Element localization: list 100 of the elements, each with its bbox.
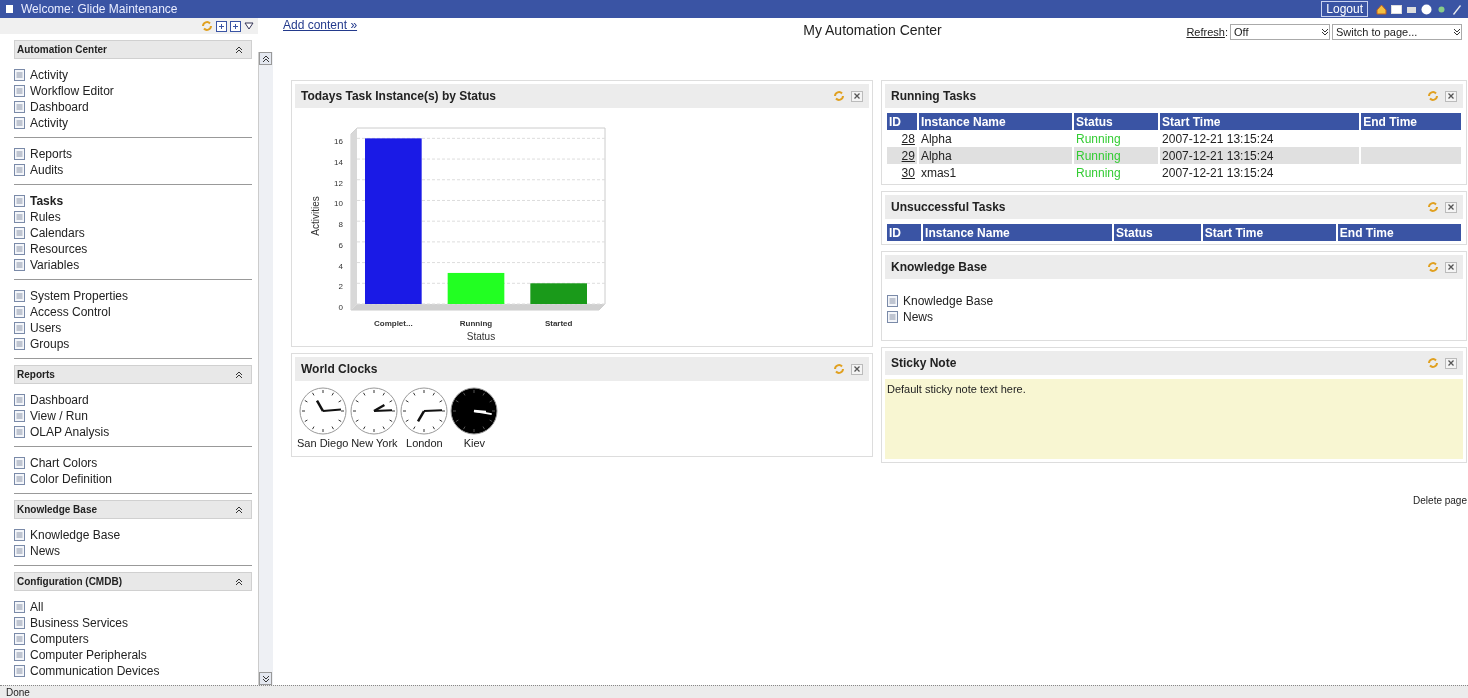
- document-icon: [14, 259, 25, 271]
- y-tick-label: 16: [334, 137, 343, 147]
- collapse-icon[interactable]: [235, 45, 243, 54]
- sidebar-item[interactable]: Computer Peripherals: [14, 647, 252, 663]
- section-header[interactable]: Reports: [14, 365, 252, 384]
- sidebar-item[interactable]: Calendars: [14, 225, 252, 241]
- knowledge-link[interactable]: News: [887, 309, 1461, 325]
- sidebar-item[interactable]: Reports: [14, 146, 252, 162]
- sidebar-item[interactable]: Variables: [14, 257, 252, 273]
- sidebar-item[interactable]: View / Run: [14, 408, 252, 424]
- knowledge-link[interactable]: Knowledge Base: [887, 293, 1461, 309]
- section-header[interactable]: Knowledge Base: [14, 500, 252, 519]
- x-axis-title: Status: [466, 331, 496, 340]
- task-id-link[interactable]: 28: [901, 131, 915, 146]
- sidebar-item[interactable]: Rules: [14, 209, 252, 225]
- status-text: Running: [1076, 165, 1121, 180]
- city-label: San Diego: [297, 437, 349, 449]
- collapse-icon[interactable]: [235, 577, 243, 586]
- logout-button[interactable]: Logout: [1321, 1, 1368, 17]
- table-cell: 2007-12-21 13:15:24: [1160, 147, 1360, 164]
- document-icon: [14, 85, 25, 97]
- refresh-select[interactable]: Off: [1230, 24, 1330, 40]
- document-icon: [14, 306, 25, 318]
- y-tick-label: 0: [338, 303, 343, 312]
- document-icon: [14, 617, 25, 629]
- sidebar-item[interactable]: OLAP Analysis: [14, 424, 252, 440]
- status-text: Running: [1076, 131, 1121, 146]
- page-title: My Automation Center: [803, 21, 942, 38]
- sidebar-item[interactable]: Audits: [14, 162, 252, 178]
- close-button[interactable]: [1445, 201, 1457, 213]
- close-button[interactable]: [1445, 90, 1457, 102]
- delete-page-link[interactable]: Delete page: [1413, 495, 1467, 506]
- close-button[interactable]: [851, 363, 863, 375]
- document-icon: [14, 529, 25, 541]
- sidebar-item[interactable]: Color Definition: [14, 471, 252, 487]
- portlet-title: World Clocks: [301, 362, 378, 376]
- city-label: New York: [351, 437, 398, 449]
- y-tick-label: 8: [338, 220, 343, 230]
- task-id-link[interactable]: 30: [901, 165, 915, 180]
- document-icon: [14, 290, 25, 302]
- x-tick-label: Running: [459, 319, 493, 328]
- sidebar-item[interactable]: Tasks: [14, 193, 252, 209]
- sidebar-item[interactable]: Dashboard: [14, 392, 252, 408]
- task-id-link[interactable]: 29: [901, 148, 915, 163]
- portlet-title: Running Tasks: [891, 89, 977, 103]
- sidebar-item[interactable]: Groups: [14, 336, 252, 352]
- expand-all-icon[interactable]: [216, 20, 227, 32]
- sidebar-item[interactable]: Activity: [14, 67, 252, 83]
- collapse-icon[interactable]: [235, 505, 243, 514]
- close-button[interactable]: [851, 90, 863, 102]
- home-icon[interactable]: [1376, 3, 1387, 15]
- document-icon: [14, 410, 25, 422]
- y-tick-label: 12: [334, 178, 343, 188]
- sidebar-item[interactable]: Computers: [14, 631, 252, 647]
- dropdown-icon[interactable]: [244, 22, 254, 30]
- portlet-title: Unsuccessful Tasks: [891, 200, 1006, 214]
- section-header[interactable]: Automation Center: [14, 40, 252, 59]
- city-label: London: [406, 437, 443, 449]
- expand-icon[interactable]: [1321, 28, 1329, 36]
- sticky-note-text[interactable]: Default sticky note text here.: [885, 379, 1463, 459]
- collapse-icon[interactable]: [235, 370, 243, 379]
- sidebar-item[interactable]: All: [14, 599, 252, 615]
- sidebar-item[interactable]: Dashboard: [14, 99, 252, 115]
- close-button[interactable]: [1445, 261, 1457, 273]
- sidebar-item[interactable]: System Properties: [14, 288, 252, 304]
- portlet-title: Sticky Note: [891, 356, 957, 370]
- document-icon: [14, 69, 25, 81]
- sidebar-item[interactable]: Business Services: [14, 615, 252, 631]
- sidebar-item[interactable]: Activity: [14, 115, 252, 131]
- document-icon: [14, 211, 25, 223]
- page-select[interactable]: Switch to page...: [1332, 24, 1462, 40]
- close-button[interactable]: [1445, 357, 1457, 369]
- sidebar-item[interactable]: Chart Colors: [14, 455, 252, 471]
- sidebar-item[interactable]: Knowledge Base: [14, 527, 252, 543]
- document-icon: [14, 338, 25, 350]
- sidebar-item[interactable]: Users: [14, 320, 252, 336]
- close-icon: [1448, 93, 1454, 99]
- y-tick-label: 4: [338, 261, 343, 271]
- column-header: Start Time: [1202, 224, 1336, 241]
- add-content-link[interactable]: Add content »: [283, 8, 358, 32]
- sidebar-item[interactable]: News: [14, 543, 252, 559]
- column-header: ID: [887, 113, 917, 130]
- column-header: Status: [1074, 113, 1159, 130]
- window-icon: [6, 5, 13, 13]
- close-icon: [854, 93, 860, 99]
- expand-icon[interactable]: [1453, 28, 1461, 36]
- sidebar-item[interactable]: Communication Devices: [14, 663, 252, 679]
- sidebar-item[interactable]: Workflow Editor: [14, 83, 252, 99]
- column-header: ID: [887, 224, 922, 241]
- close-icon: [1448, 204, 1454, 210]
- sidebar-item[interactable]: Access Control: [14, 304, 252, 320]
- table-cell: Alpha: [918, 147, 1072, 164]
- close-icon: [854, 366, 860, 372]
- document-icon: [14, 426, 25, 438]
- sidebar-item[interactable]: Resources: [14, 241, 252, 257]
- portlet-title: Todays Task Instance(s) by Status: [301, 89, 496, 103]
- document-icon: [14, 195, 25, 207]
- x-tick-label: Started: [544, 319, 573, 328]
- section-header[interactable]: Configuration (CMDB): [14, 572, 252, 591]
- document-icon: [14, 227, 25, 239]
